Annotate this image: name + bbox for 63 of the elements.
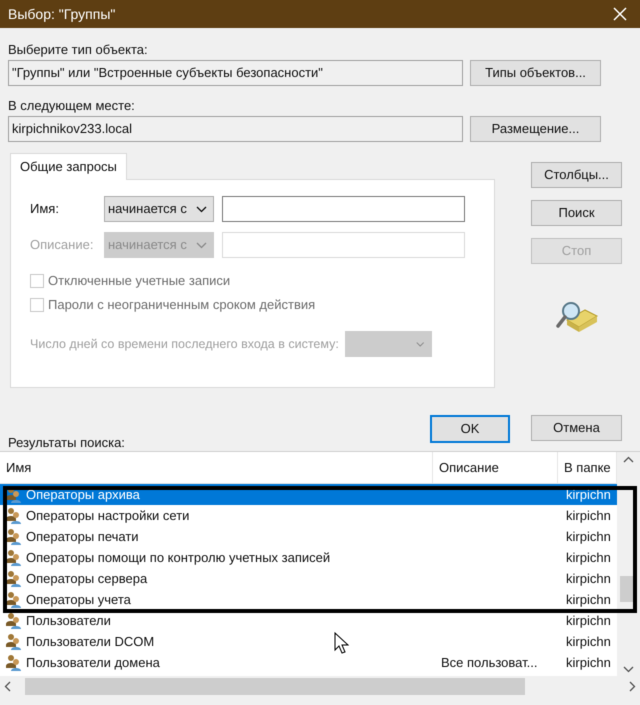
dialog-button[interactable]: Столбцы...	[531, 162, 622, 188]
group-icon	[4, 632, 24, 650]
read-only-field: "Группы" или "Встроенные субъекты безопасности"	[8, 60, 463, 86]
dialog-button[interactable]: Отмена	[531, 415, 622, 441]
table-cell-text: Операторы архива	[26, 486, 140, 504]
group-icon	[4, 528, 24, 546]
dropdown-value: начинается с	[108, 200, 188, 218]
scroll-left-icon[interactable]	[4, 680, 11, 692]
table-cell: kirpichn	[566, 612, 611, 628]
table-cell-text: Пользователи DCOM	[26, 632, 154, 651]
chevron-down-icon	[196, 242, 207, 248]
dialog-button[interactable]: OK	[430, 415, 510, 443]
section-label: Результаты поиска:	[7, 437, 126, 451]
window-title: Выбор: "Группы"	[8, 4, 116, 24]
horizontal-scrollbar[interactable]	[0, 676, 640, 696]
search-icon	[554, 300, 598, 334]
field-label: В следующем месте:	[8, 97, 136, 115]
table-cell: kirpichn	[566, 654, 611, 670]
column-header[interactable]: Имя	[0, 452, 433, 483]
dialog-button[interactable]: Типы объектов...	[470, 60, 601, 86]
column-header[interactable]: Описание	[433, 452, 558, 483]
scroll-down-icon[interactable]	[623, 666, 634, 673]
field-label: Число дней со времени последнего входа в систему:	[30, 336, 339, 353]
table-cell-text: Операторы учета	[26, 590, 131, 609]
group-icon	[4, 570, 24, 588]
dropdown-value: начинается с	[108, 236, 188, 254]
dialog-button[interactable]: Размещение...	[470, 116, 601, 142]
checkbox-label: Пароли с неограниченным сроком действия	[48, 296, 316, 314]
table-cell-text: Операторы настройки сети	[26, 506, 190, 525]
group-icon	[4, 506, 24, 524]
checkbox-label: Отключенные учетные записи	[48, 272, 230, 290]
chevron-down-icon	[196, 206, 207, 212]
table-cell: Все пользоват...	[441, 654, 538, 670]
dropdown[interactable]: начинается с	[104, 196, 214, 222]
tab[interactable]: Общие запросы	[10, 153, 127, 180]
table-cell-text: Операторы сервера	[26, 570, 148, 588]
table-cell: kirpichn	[566, 508, 611, 523]
table-cell: kirpichn	[566, 570, 611, 586]
text-input[interactable]	[222, 196, 465, 222]
chevron-down-icon	[416, 340, 425, 348]
close-icon[interactable]	[612, 6, 628, 22]
table-cell-text: Операторы печати	[26, 528, 139, 546]
group-icon	[4, 612, 24, 630]
table-cell: kirpichn	[566, 528, 611, 544]
field-label: Выберите тип объекта:	[8, 41, 149, 59]
group-icon	[4, 548, 24, 566]
field-label: Описание:	[30, 236, 94, 254]
cursor-icon	[334, 632, 349, 654]
table-cell-text: Операторы помощи по контролю учетных записей	[26, 548, 330, 567]
table-cell-text: Пользователи домена	[26, 654, 160, 672]
table-cell: kirpichn	[566, 550, 611, 565]
scroll-right-icon[interactable]	[629, 680, 636, 692]
group-icon	[4, 654, 24, 672]
dialog-button[interactable]: Поиск	[531, 200, 622, 226]
group-icon	[4, 590, 24, 608]
table-cell: kirpichn	[566, 486, 611, 502]
scroll-up-icon[interactable]	[623, 456, 634, 463]
field-label: Имя:	[30, 200, 60, 218]
table-cell-text: Пользователи	[26, 612, 111, 630]
table-cell: kirpichn	[566, 592, 611, 607]
scroll-thumb[interactable]	[25, 678, 525, 694]
table-cell: kirpichn	[566, 634, 611, 649]
read-only-field: kirpichnikov233.local	[8, 116, 463, 142]
